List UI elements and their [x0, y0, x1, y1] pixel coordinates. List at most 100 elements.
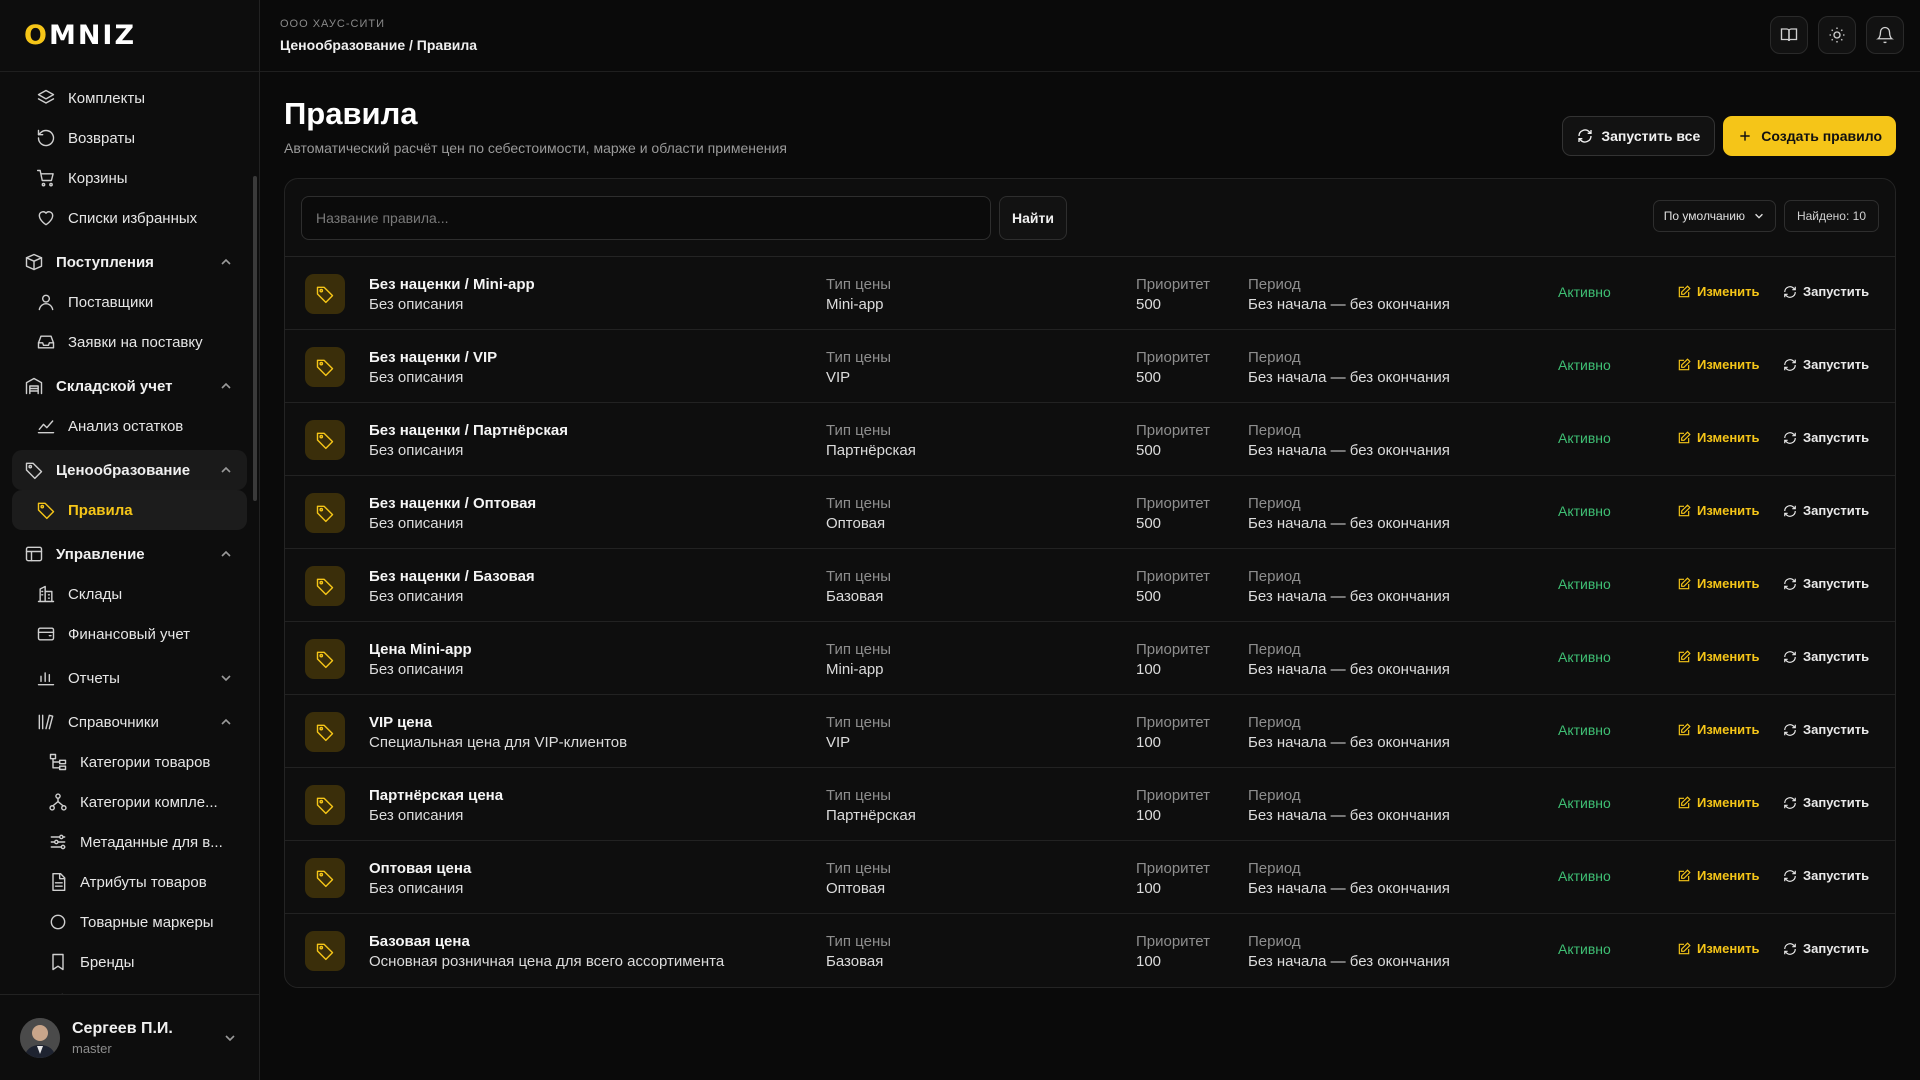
sidebar-item[interactable]: Заявки на поставку	[12, 322, 247, 362]
run-button[interactable]: Запустить	[1783, 941, 1869, 956]
sidebar-item[interactable]: Единицы измерения	[12, 982, 247, 995]
sidebar-item[interactable]: Управление	[12, 534, 247, 574]
sidebar-item[interactable]: Корзины	[12, 158, 247, 198]
priority-label: Приоритет	[1136, 349, 1210, 366]
edit-button[interactable]: Изменить	[1677, 357, 1760, 372]
search-input[interactable]	[301, 195, 991, 240]
rule-name-label: Без наценки / Mini-app	[369, 276, 535, 293]
sidebar-item[interactable]: Отчеты	[12, 658, 247, 698]
run-button[interactable]: Запустить	[1783, 576, 1869, 591]
sidebar-item[interactable]: Метаданные для в...	[12, 822, 247, 862]
wallet-icon	[37, 627, 55, 641]
sidebar-item[interactable]: Склады	[12, 574, 247, 614]
box-icon	[25, 253, 43, 271]
edit-button[interactable]: Изменить	[1677, 941, 1760, 956]
run-button[interactable]: Запустить	[1783, 722, 1869, 737]
find-button[interactable]: Найти	[999, 195, 1067, 240]
app-root: OMNIZ Комплекты Возвраты Корзины Списки изб…	[0, 0, 1920, 1080]
rule-name-label: Без наценки / Базовая	[369, 568, 535, 585]
rule-name: Без наценки / VIP Без описания	[369, 348, 497, 388]
sidebar-item[interactable]: Анализ остатков	[12, 406, 247, 446]
run-button[interactable]: Запустить	[1783, 284, 1869, 299]
cart-icon	[36, 169, 54, 187]
run-label: Запустить	[1803, 576, 1870, 591]
run-button[interactable]: Запустить	[1783, 795, 1869, 810]
edit-button[interactable]: Изменить	[1677, 795, 1760, 810]
table-row[interactable]: Без наценки / Оптовая Без описания Тип цен…	[285, 476, 1895, 549]
table-row[interactable]: Без наценки / VIP Без описания Тип цены VIP…	[285, 330, 1895, 403]
circle-icon	[50, 914, 66, 930]
found-count-badge: Найдено: 10	[1783, 200, 1879, 232]
sidebar-item[interactable]: Справочники	[12, 702, 247, 742]
network-icon	[49, 793, 67, 811]
table-row[interactable]: Без наценки / Базовая Без описания Тип цен…	[285, 549, 1895, 622]
sidebar-item[interactable]: Поставщики	[12, 282, 247, 322]
sidebar-item[interactable]: Товарные маркеры	[12, 902, 247, 942]
run-button[interactable]: Запустить	[1783, 430, 1869, 445]
table-row[interactable]: Без наценки / Партнёрская Без описания Тип…	[285, 403, 1895, 476]
refresh-icon	[1784, 431, 1796, 444]
priority-label: Приоритет	[1136, 787, 1210, 804]
rules-list: Без наценки / Mini-app Без описания Тип це…	[285, 257, 1895, 987]
period: Период Без начала — без окончания	[1248, 275, 1450, 315]
sidebar-nav: Комплекты Возвраты Корзины Списки избранных…	[0, 72, 259, 994]
book-icon[interactable]	[1770, 16, 1808, 54]
tag-icon	[316, 651, 334, 669]
sliders-icon	[50, 834, 66, 850]
table-row[interactable]: VIP цена Специальная цена для VIP-клиенто…	[285, 695, 1895, 768]
run-button[interactable]: Запустить	[1783, 868, 1869, 883]
table-row[interactable]: Базовая цена Основная розничная цена для …	[285, 914, 1895, 987]
edit-label: Изменить	[1697, 357, 1760, 372]
logo[interactable]: OMNIZ	[0, 0, 259, 72]
bell-icon[interactable]	[1866, 16, 1904, 54]
price-type: Тип цены Mini-app	[826, 275, 891, 315]
rule-name: Без наценки / Базовая Без описания	[369, 567, 535, 607]
sidebar-item[interactable]: Финансовый учет	[12, 614, 247, 654]
tag-icon	[37, 502, 55, 520]
run-button[interactable]: Запустить	[1783, 357, 1869, 372]
edit-button[interactable]: Изменить	[1677, 868, 1760, 883]
sidebar-item[interactable]: Ценообразование	[12, 450, 247, 490]
edit-button[interactable]: Изменить	[1677, 503, 1760, 518]
edit-button[interactable]: Изменить	[1677, 576, 1760, 591]
sidebar-item-label: Поставщики	[68, 293, 154, 311]
price-type-label: Тип цены	[826, 495, 892, 512]
create-rule-button[interactable]: Создать правило	[1723, 116, 1896, 156]
sidebar-item[interactable]: Бренды	[12, 942, 247, 982]
period: Период Без начала — без окончания	[1248, 713, 1450, 753]
sort-select[interactable]: По умолчанию	[1652, 200, 1776, 232]
user-menu[interactable]: Сергеев П.И. master	[0, 994, 259, 1080]
sun-icon[interactable]	[1818, 16, 1856, 54]
table-row[interactable]: Оптовая цена Без описания Тип цены Оптовая П…	[285, 841, 1895, 914]
sidebar-item[interactable]: Комплекты	[12, 78, 247, 118]
sidebar-item[interactable]: Категории компле...	[12, 782, 247, 822]
user-name: Сергеев П.И.	[72, 1019, 173, 1037]
price-type: Тип цены Базовая	[826, 567, 891, 607]
edit-icon	[1678, 576, 1691, 589]
sidebar-item[interactable]: Складской учет	[12, 366, 247, 406]
sidebar-scrollbar[interactable]	[253, 176, 257, 501]
run-all-button[interactable]: Запустить все	[1562, 116, 1716, 156]
sidebar-item[interactable]: Возвраты	[12, 118, 247, 158]
table-row[interactable]: Без наценки / Mini-app Без описания Тип це…	[285, 257, 1895, 330]
edit-button[interactable]: Изменить	[1677, 649, 1760, 664]
table-row[interactable]: Партнёрская цена Без описания Тип цены Парт…	[285, 768, 1895, 841]
chevron-up-icon	[221, 466, 231, 473]
price-type-value: Mini-app	[826, 661, 884, 678]
sidebar-item[interactable]: Атрибуты товаров	[12, 862, 247, 902]
sidebar-item[interactable]: Списки избранных	[12, 198, 247, 238]
edit-button[interactable]: Изменить	[1677, 430, 1760, 445]
run-button[interactable]: Запустить	[1783, 649, 1869, 664]
priority: Приоритет 100	[1136, 640, 1210, 680]
sidebar-item[interactable]: Поступления	[12, 242, 247, 282]
sidebar-item[interactable]: Правила	[12, 490, 247, 530]
edit-button[interactable]: Изменить	[1677, 284, 1760, 299]
table-row[interactable]: Цена Mini-app Без описания Тип цены Mini-ap…	[285, 622, 1895, 695]
run-button[interactable]: Запустить	[1783, 503, 1869, 518]
period-value: Без начала — без окончания	[1248, 953, 1450, 970]
price-type-label: Тип цены	[826, 860, 892, 877]
edit-button[interactable]: Изменить	[1677, 722, 1760, 737]
sidebar-item[interactable]: Категории товаров	[12, 742, 247, 782]
priority-value: 100	[1136, 953, 1162, 970]
status-badge: Активно	[1558, 795, 1611, 811]
